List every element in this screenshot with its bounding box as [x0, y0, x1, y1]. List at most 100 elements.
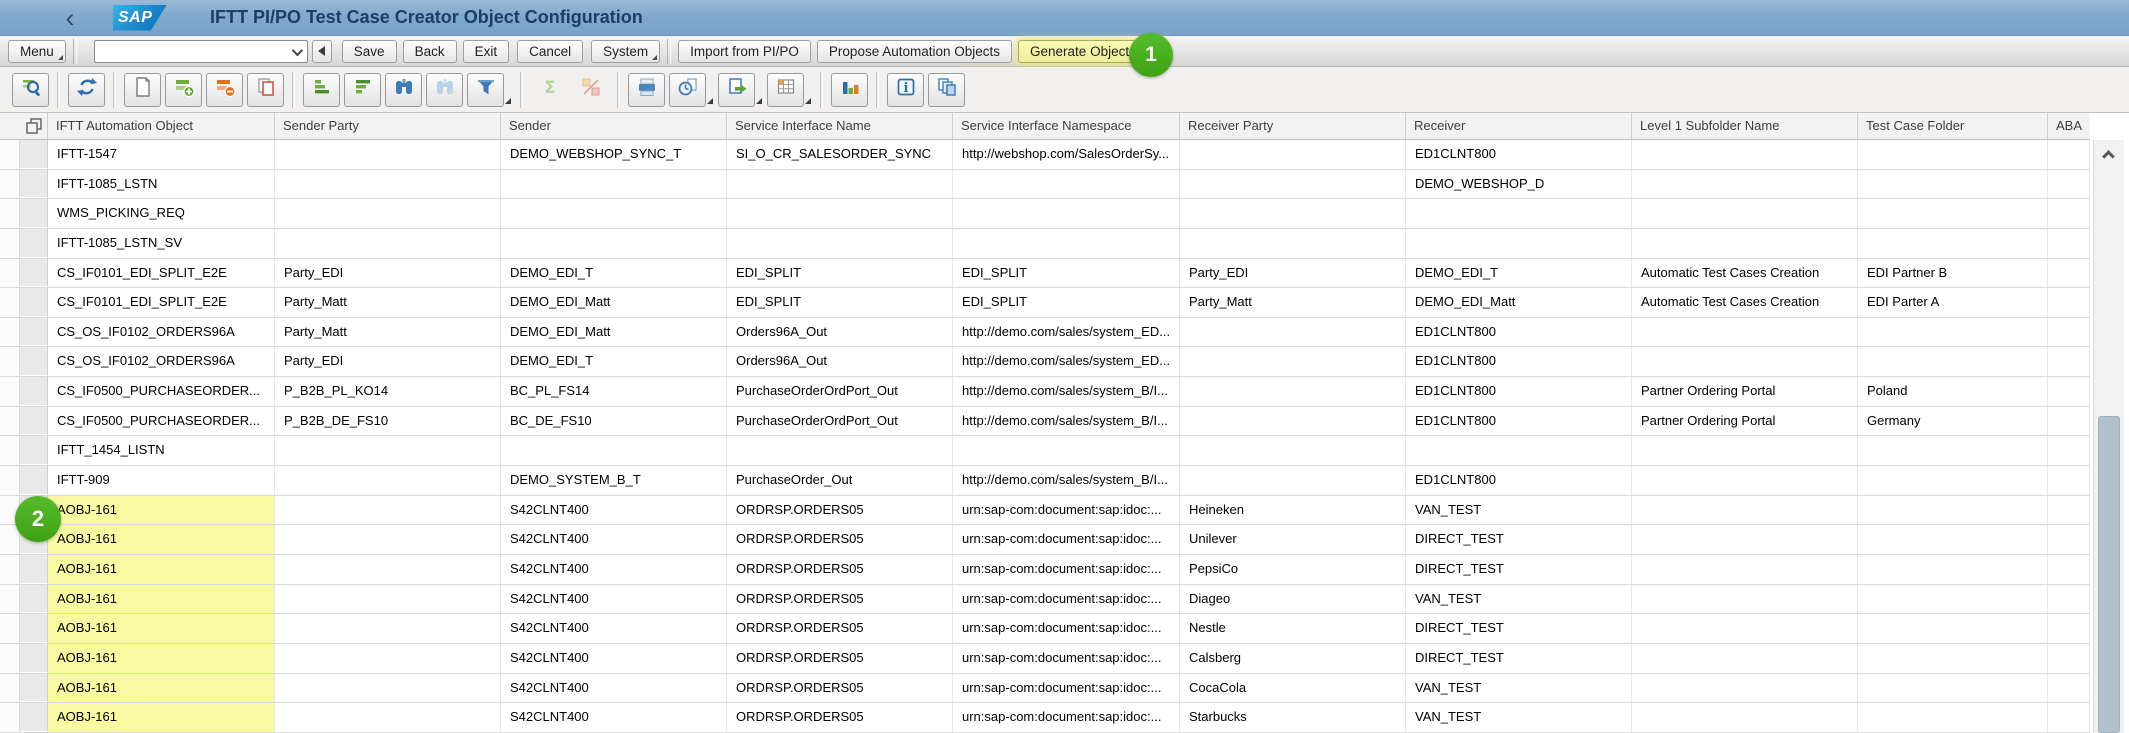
cell-receiver-party[interactable]: CocaCola: [1180, 674, 1406, 703]
cell-level-1-subfolder-name[interactable]: [1632, 496, 1858, 525]
propose-automation-objects-button[interactable]: Propose Automation Objects: [817, 40, 1012, 63]
cell-aba[interactable]: [2048, 377, 2090, 406]
choose-layout-button[interactable]: [767, 73, 804, 107]
cell-level-1-subfolder-name[interactable]: [1632, 229, 1858, 258]
cell-sender-party[interactable]: [275, 199, 501, 228]
cell-receiver-party[interactable]: Party_EDI: [1180, 259, 1406, 288]
cell-service-interface-namespace[interactable]: [953, 229, 1180, 258]
system-button[interactable]: System: [591, 40, 660, 63]
cell-sender[interactable]: DEMO_SYSTEM_B_T: [501, 466, 727, 495]
cell-service-interface-namespace[interactable]: http://demo.com/sales/system_ED...: [953, 318, 1180, 347]
cell-level-1-subfolder-name[interactable]: [1632, 644, 1858, 673]
cell-sender-party[interactable]: [275, 496, 501, 525]
row-select-cell[interactable]: [20, 555, 48, 584]
cell-service-interface-namespace[interactable]: http://demo.com/sales/system_B/I...: [953, 407, 1180, 436]
cell-receiver[interactable]: DIRECT_TEST: [1406, 525, 1632, 554]
cell-test-case-folder[interactable]: [1858, 674, 2048, 703]
cell-receiver-party[interactable]: [1180, 318, 1406, 347]
cell-iftt-automation-object[interactable]: CS_IF0101_EDI_SPLIT_E2E: [48, 259, 275, 288]
cell-level-1-subfolder-name[interactable]: [1632, 525, 1858, 554]
table-row[interactable]: CS_IF0500_PURCHASEORDER...P_B2B_PL_KO14B…: [0, 377, 2090, 407]
cell-sender-party[interactable]: [275, 674, 501, 703]
cell-sender[interactable]: S42CLNT400: [501, 525, 727, 554]
select-all-button[interactable]: [20, 113, 48, 139]
table-row[interactable]: AOBJ-161S42CLNT400ORDRSP.ORDERS05urn:sap…: [0, 555, 2090, 585]
cell-sender-party[interactable]: Party_Matt: [275, 318, 501, 347]
print-button[interactable]: [628, 73, 665, 107]
cell-test-case-folder[interactable]: [1858, 525, 2048, 554]
filter-menu-icon[interactable]: [505, 98, 511, 104]
refresh-button[interactable]: [68, 73, 105, 107]
cell-service-interface-namespace[interactable]: urn:sap-com:document:sap:idoc:...: [953, 525, 1180, 554]
cell-sender[interactable]: S42CLNT400: [501, 585, 727, 614]
cell-level-1-subfolder-name[interactable]: [1632, 614, 1858, 643]
cell-aba[interactable]: [2048, 466, 2090, 495]
cell-test-case-folder[interactable]: [1858, 585, 2048, 614]
cell-aba[interactable]: [2048, 496, 2090, 525]
cell-receiver-party[interactable]: Unilever: [1180, 525, 1406, 554]
cell-iftt-automation-object[interactable]: CS_OS_IF0102_ORDERS96A: [48, 347, 275, 376]
cell-sender[interactable]: DEMO_EDI_T: [501, 259, 727, 288]
copy-stack-button[interactable]: [928, 73, 965, 107]
cell-sender-party[interactable]: [275, 644, 501, 673]
cell-level-1-subfolder-name[interactable]: [1632, 703, 1858, 732]
cell-receiver-party[interactable]: [1180, 436, 1406, 465]
export-menu-icon[interactable]: [756, 98, 762, 104]
table-row[interactable]: IFTT-1085_LSTNDEMO_WEBSHOP_D: [0, 170, 2090, 200]
cell-aba[interactable]: [2048, 525, 2090, 554]
cell-service-interface-namespace[interactable]: EDI_SPLIT: [953, 288, 1180, 317]
cell-receiver-party[interactable]: [1180, 407, 1406, 436]
cancel-button[interactable]: Cancel: [517, 40, 583, 63]
column-header-sender[interactable]: Sender: [501, 113, 727, 139]
chart-button[interactable]: [831, 73, 868, 107]
cell-receiver-party[interactable]: Heineken: [1180, 496, 1406, 525]
table-row[interactable]: CS_IF0500_PURCHASEORDER...P_B2B_DE_FS10B…: [0, 407, 2090, 437]
choose-layout-menu-icon[interactable]: [805, 98, 811, 104]
details-button[interactable]: [12, 73, 49, 107]
cell-aba[interactable]: [2048, 259, 2090, 288]
cell-sender-party[interactable]: Party_Matt: [275, 288, 501, 317]
column-header-receiver[interactable]: Receiver: [1406, 113, 1632, 139]
column-header-aba[interactable]: ABA: [2048, 113, 2090, 139]
cell-test-case-folder[interactable]: [1858, 199, 2048, 228]
cell-sender[interactable]: DEMO_EDI_T: [501, 347, 727, 376]
cell-level-1-subfolder-name[interactable]: [1632, 140, 1858, 169]
cell-service-interface-name[interactable]: ORDRSP.ORDERS05: [727, 674, 953, 703]
cell-iftt-automation-object[interactable]: AOBJ-161: [48, 555, 275, 584]
new-entry-button[interactable]: [124, 73, 161, 107]
cell-sender-party[interactable]: [275, 555, 501, 584]
cell-receiver[interactable]: VAN_TEST: [1406, 585, 1632, 614]
cell-aba[interactable]: [2048, 347, 2090, 376]
cell-service-interface-namespace[interactable]: urn:sap-com:document:sap:idoc:...: [953, 674, 1180, 703]
vertical-scrollbar[interactable]: [2093, 140, 2124, 733]
table-row[interactable]: AOBJ-161S42CLNT400ORDRSP.ORDERS05urn:sap…: [0, 703, 2090, 733]
cell-test-case-folder[interactable]: [1858, 703, 2048, 732]
cell-receiver-party[interactable]: [1180, 229, 1406, 258]
import-from-pipo-button[interactable]: Import from PI/PO: [678, 40, 811, 63]
cell-service-interface-namespace[interactable]: urn:sap-com:document:sap:idoc:...: [953, 703, 1180, 732]
cell-iftt-automation-object[interactable]: AOBJ-161: [48, 525, 275, 554]
cell-receiver[interactable]: DIRECT_TEST: [1406, 555, 1632, 584]
cell-aba[interactable]: [2048, 674, 2090, 703]
cell-level-1-subfolder-name[interactable]: Partner Ordering Portal: [1632, 377, 1858, 406]
filter-button[interactable]: [467, 73, 504, 107]
cell-receiver[interactable]: DEMO_EDI_T: [1406, 259, 1632, 288]
cell-sender[interactable]: [501, 229, 727, 258]
scroll-up-button[interactable]: [2094, 140, 2124, 168]
cell-service-interface-namespace[interactable]: EDI_SPLIT: [953, 259, 1180, 288]
table-row[interactable]: IFTT-1547DEMO_WEBSHOP_SYNC_TSI_O_CR_SALE…: [0, 140, 2090, 170]
table-row[interactable]: IFTT-909DEMO_SYSTEM_B_TPurchaseOrder_Out…: [0, 466, 2090, 496]
row-select-cell[interactable]: [20, 466, 48, 495]
cell-test-case-folder[interactable]: [1858, 140, 2048, 169]
cell-level-1-subfolder-name[interactable]: Automatic Test Cases Creation: [1632, 259, 1858, 288]
cell-receiver-party[interactable]: Diageo: [1180, 585, 1406, 614]
row-select-cell[interactable]: [20, 347, 48, 376]
table-row[interactable]: CS_OS_IF0102_ORDERS96AParty_MattDEMO_EDI…: [0, 318, 2090, 348]
cell-service-interface-name[interactable]: PurchaseOrderOrdPort_Out: [727, 377, 953, 406]
table-row[interactable]: AOBJ-161S42CLNT400ORDRSP.ORDERS05urn:sap…: [0, 585, 2090, 615]
cell-test-case-folder[interactable]: [1858, 496, 2048, 525]
cell-iftt-automation-object[interactable]: CS_IF0500_PURCHASEORDER...: [48, 377, 275, 406]
cell-test-case-folder[interactable]: Poland: [1858, 377, 2048, 406]
cell-sender[interactable]: S42CLNT400: [501, 674, 727, 703]
cell-receiver[interactable]: VAN_TEST: [1406, 703, 1632, 732]
